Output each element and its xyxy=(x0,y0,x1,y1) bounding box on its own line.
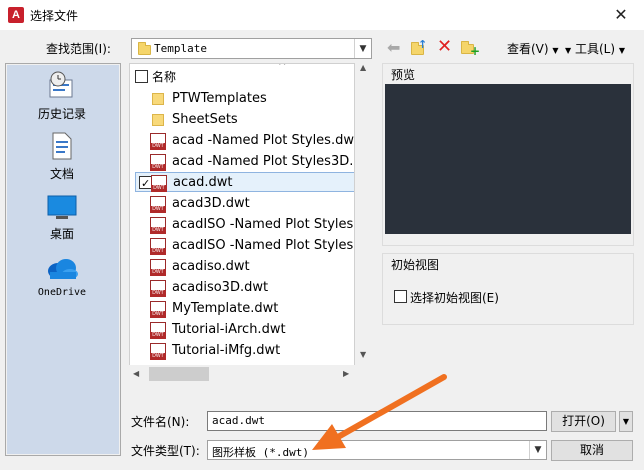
list-item[interactable]: acad -Named Plot Styles.dwt xyxy=(150,131,354,151)
open-button[interactable]: 打开(O) xyxy=(551,411,616,432)
cancel-button[interactable]: 取消 xyxy=(551,440,633,461)
lookin-combo[interactable]: Template ▼ xyxy=(131,38,372,59)
file-list[interactable]: 名称 ^ PTWTemplates SheetSets acad -Named … xyxy=(129,63,355,383)
vertical-scrollbar[interactable]: ▲ ▼ xyxy=(356,63,372,363)
delete-icon[interactable]: ✕ xyxy=(437,38,453,56)
place-label: 桌面 xyxy=(49,227,74,241)
initial-view-checkbox[interactable] xyxy=(394,290,407,303)
places-bar: 历史记录 文档 桌面 OneDrive xyxy=(5,63,121,456)
scroll-thumb[interactable] xyxy=(149,367,209,381)
place-onedrive[interactable]: OneDrive xyxy=(6,256,118,298)
close-button[interactable]: ✕ xyxy=(598,0,644,30)
place-history[interactable]: 历史记录 xyxy=(6,70,118,122)
list-item-selected[interactable]: ✓ acad.dwt xyxy=(135,172,354,192)
list-item[interactable]: Tutorial-iArch.dwt xyxy=(150,320,354,340)
list-item[interactable]: acad -Named Plot Styles3D.dwt xyxy=(150,152,354,172)
lookin-label: 查找范围(I): xyxy=(46,42,111,56)
preview-canvas xyxy=(385,84,631,234)
dwt-file-icon xyxy=(150,280,166,297)
place-label: 文档 xyxy=(49,167,74,181)
view-menu[interactable]: 查看(V) ▼ xyxy=(507,40,559,57)
folder-icon xyxy=(138,42,151,55)
open-dropdown-button[interactable]: ▼ xyxy=(619,411,633,432)
preview-label: 预览 xyxy=(389,66,418,83)
chevron-down-icon: ▼ xyxy=(354,39,371,58)
title-bar xyxy=(0,0,644,30)
lookin-value: Template xyxy=(154,42,207,55)
initial-view-label: 初始视图 xyxy=(389,256,442,273)
place-documents[interactable]: 文档 xyxy=(6,132,118,182)
place-desktop[interactable]: 桌面 xyxy=(6,194,118,242)
scroll-right-icon[interactable]: ▶ xyxy=(343,369,349,378)
filename-label: 文件名(N): xyxy=(131,415,190,429)
filename-input[interactable]: acad.dwt xyxy=(207,411,547,431)
new-folder-icon[interactable]: + xyxy=(460,40,480,58)
documents-icon xyxy=(52,132,72,160)
list-item[interactable]: MyTemplate.dwt xyxy=(150,299,354,319)
chevron-down-icon: ▼ xyxy=(529,441,546,459)
folder-icon xyxy=(152,114,164,126)
window-title: 选择文件 xyxy=(30,9,79,23)
up-folder-icon[interactable]: ↑ xyxy=(410,38,428,56)
column-header-name[interactable]: 名称 xyxy=(152,68,176,85)
filetype-value: 图形样板 (*.dwt) xyxy=(212,446,309,459)
list-item[interactable]: acadiso3D.dwt xyxy=(150,278,354,298)
list-item[interactable]: acadiso.dwt xyxy=(150,257,354,277)
initial-view-checkbox-label: 选择初始视图(E) xyxy=(410,291,499,305)
dwt-file-icon xyxy=(150,343,166,360)
dwt-file-icon xyxy=(151,175,167,192)
dwt-file-icon xyxy=(150,217,166,234)
horizontal-scrollbar[interactable]: ◀ ▶ xyxy=(129,365,355,383)
list-item[interactable]: Tutorial-iMfg.dwt xyxy=(150,341,354,361)
sort-chevron-up-icon: ^ xyxy=(278,63,287,72)
dwt-file-icon xyxy=(150,259,166,276)
place-label: 历史记录 xyxy=(37,107,86,121)
autocad-app-icon: A xyxy=(8,7,24,23)
tools-menu[interactable]: ▼ 工具(L) ▼ xyxy=(565,40,625,57)
dwt-file-icon xyxy=(150,322,166,339)
list-item[interactable]: acadISO -Named Plot Styles3D. xyxy=(150,236,354,256)
list-item[interactable]: PTWTemplates xyxy=(150,89,354,109)
dwt-file-icon xyxy=(150,133,166,150)
folder-icon xyxy=(152,93,164,105)
dwt-file-icon xyxy=(150,238,166,255)
dwt-file-icon xyxy=(150,301,166,318)
dwt-file-icon xyxy=(150,196,166,213)
scroll-down-icon[interactable]: ▼ xyxy=(360,350,366,359)
list-item[interactable]: acadISO -Named Plot Styles.dwt xyxy=(150,215,354,235)
select-all-checkbox[interactable] xyxy=(135,70,148,83)
scroll-left-icon[interactable]: ◀ xyxy=(133,369,139,378)
scroll-up-icon[interactable]: ▲ xyxy=(360,63,366,72)
place-label: OneDrive xyxy=(37,287,87,298)
back-icon[interactable]: ⬅ xyxy=(387,40,403,56)
list-item[interactable]: SheetSets xyxy=(150,110,354,130)
history-icon xyxy=(49,71,73,98)
filetype-combo[interactable]: 图形样板 (*.dwt) ▼ xyxy=(207,440,547,460)
onedrive-icon xyxy=(48,259,78,279)
filetype-label: 文件类型(T): xyxy=(131,444,200,458)
desktop-icon xyxy=(47,195,77,219)
dwt-file-icon xyxy=(150,154,166,171)
list-item[interactable]: acad3D.dwt xyxy=(150,194,354,214)
